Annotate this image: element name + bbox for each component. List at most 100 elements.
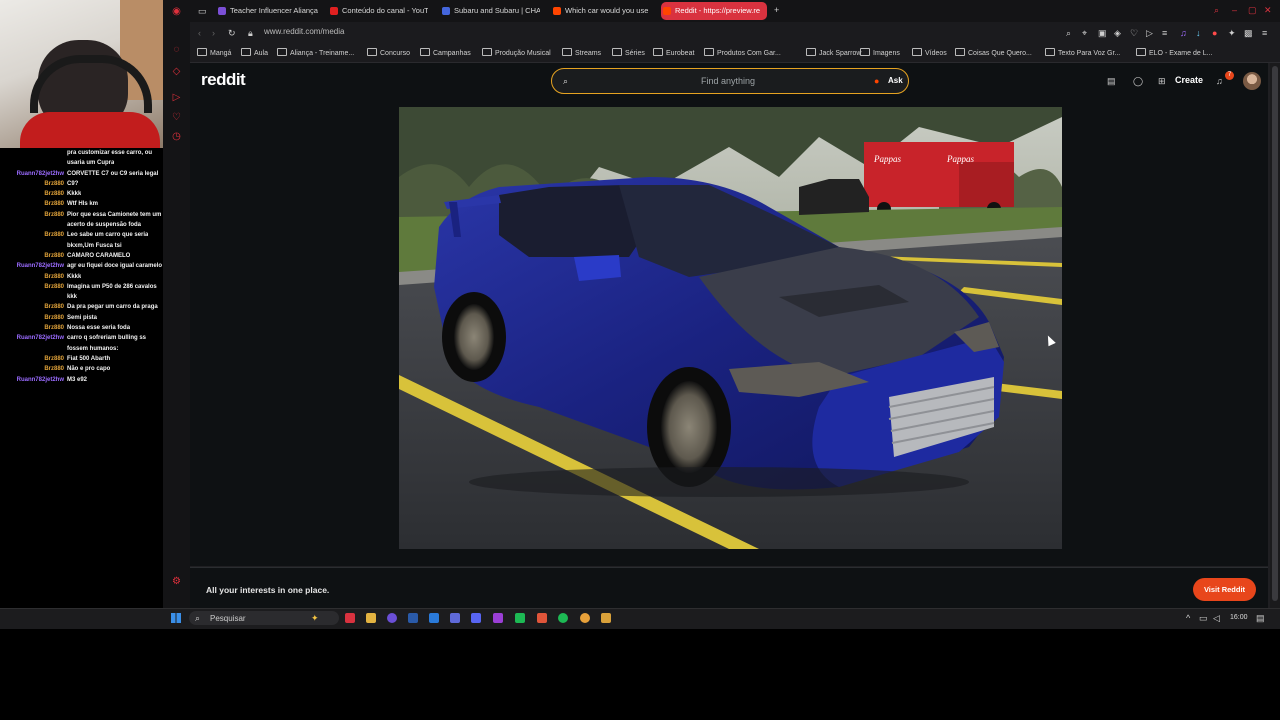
opera-gx-taskbar-icon[interactable] xyxy=(345,613,355,623)
tab-manager-icon[interactable]: ▭ xyxy=(198,6,207,16)
bookmark-item[interactable]: Produção Musical xyxy=(482,48,551,57)
chat-text: M3 e92 xyxy=(67,376,88,383)
premiere-icon[interactable] xyxy=(493,613,503,623)
tab[interactable]: Teacher Influencer Aliança xyxy=(216,2,324,20)
visit-reddit-button[interactable]: Visit Reddit xyxy=(1193,578,1256,601)
bookmark-item[interactable]: Jack Sparrow xyxy=(806,48,861,57)
bookmark-item[interactable]: Imagens xyxy=(860,48,900,57)
maximize-icon[interactable]: ▢ xyxy=(1248,5,1257,15)
minimize-icon[interactable]: – xyxy=(1232,5,1237,15)
chat-text: Kkkk xyxy=(67,273,82,280)
chat-icon[interactable]: ◯ xyxy=(1133,76,1143,86)
menu-icon[interactable]: ≡ xyxy=(1162,28,1167,38)
screenshot-icon[interactable]: ▣ xyxy=(1098,28,1107,38)
chrome-icon[interactable] xyxy=(580,613,590,623)
music-icon[interactable]: ♫ xyxy=(1180,28,1187,38)
chat-message: kkk xyxy=(0,292,163,302)
chat-username xyxy=(0,148,67,158)
create-button[interactable]: Create xyxy=(1175,75,1203,85)
extensions-icon[interactable]: ✦ xyxy=(1228,28,1236,38)
vscode-icon[interactable] xyxy=(429,613,439,623)
app3-icon[interactable] xyxy=(601,613,611,623)
bookmark-item[interactable]: ELO - Exame de L... xyxy=(1136,48,1212,57)
bookmark-item[interactable]: Concurso xyxy=(367,48,410,57)
obs-icon[interactable] xyxy=(387,613,397,623)
url-field[interactable]: www.reddit.com/media xyxy=(264,27,344,36)
bookmark-item[interactable]: Aliança - Treiname... xyxy=(277,48,354,57)
copilot-icon[interactable]: ✦ xyxy=(311,613,319,623)
chat-message: Ruann782jet2hw carro q sofreriam bulling … xyxy=(0,333,163,343)
bookmark-item[interactable]: Vídeos xyxy=(912,48,947,57)
browser-menu-icon[interactable]: ≡ xyxy=(1262,28,1267,38)
spotify-icon[interactable] xyxy=(558,613,568,623)
bookmark-label: Streams xyxy=(575,50,602,57)
chat-message: Brz880 Fiat 500 Abarth xyxy=(0,354,163,364)
bookmark-item[interactable]: Coisas Que Quero... xyxy=(955,48,1032,57)
streamlabs-icon[interactable] xyxy=(515,613,525,623)
app-icon[interactable] xyxy=(450,613,460,623)
twitch-icon[interactable]: ▷ xyxy=(171,92,182,103)
network-icon[interactable]: ▭ xyxy=(1199,613,1208,623)
chat-text: Kkkk xyxy=(67,191,82,198)
gx-corner-icon[interactable]: ◇ xyxy=(171,66,182,77)
bookmark-item[interactable]: Séries xyxy=(612,48,645,57)
advertise-icon[interactable]: ▤ xyxy=(1107,76,1116,86)
zoom-icon[interactable]: ⌕ xyxy=(1066,28,1071,38)
bookmark-item[interactable]: Campanhas xyxy=(420,48,471,57)
reload-icon[interactable]: ↻ xyxy=(228,28,236,38)
app2-icon[interactable] xyxy=(537,613,547,623)
chat-text: Nossa esse seria foda xyxy=(67,325,131,332)
download-icon[interactable]: ↓ xyxy=(1196,28,1201,38)
chat-message: Brz880 Semi pista xyxy=(0,313,163,323)
tab-active[interactable]: Reddit - https://preview.re xyxy=(661,2,767,20)
aria-icon[interactable]: ◌ xyxy=(171,44,182,55)
chat-text: pra customizar esse carro, ou xyxy=(67,150,153,156)
tab[interactable]: Conteúdo do canal - YouT xyxy=(328,2,428,20)
bookmark-item[interactable]: Eurobeat xyxy=(653,48,694,57)
windows-start-icon[interactable] xyxy=(171,613,181,623)
chat-message: Brz880 Da pra pegar um carro da praga xyxy=(0,302,163,312)
shield-icon[interactable]: ◈ xyxy=(1114,28,1121,38)
steam-icon[interactable] xyxy=(408,613,418,623)
new-tab-button[interactable]: + xyxy=(774,5,779,15)
bookmark-item[interactable]: Texto Para Voz Gr... xyxy=(1045,48,1120,57)
notification-bell-icon[interactable]: ♫ xyxy=(1216,76,1223,86)
scrollbar-thumb[interactable] xyxy=(1272,66,1278,601)
pin-icon[interactable]: ⌖ xyxy=(1082,28,1087,38)
ask-button[interactable]: Ask xyxy=(888,76,903,85)
opera-logo-icon[interactable]: ◉ xyxy=(171,6,182,17)
history-icon[interactable]: ◷ xyxy=(171,131,182,142)
notification-center-icon[interactable]: ▤ xyxy=(1256,613,1265,623)
close-window-icon[interactable]: ✕ xyxy=(1264,5,1272,15)
bookmark-item[interactable]: Mangá xyxy=(197,48,231,57)
avatar[interactable] xyxy=(1243,72,1261,90)
tab[interactable]: Subaru and Subaru | CHA xyxy=(440,2,540,20)
bookmark-heart-icon[interactable]: ♡ xyxy=(1130,28,1138,38)
chat-text: Fiat 500 Abarth xyxy=(67,355,111,362)
heart-icon[interactable]: ♡ xyxy=(171,112,182,123)
vpn-icon[interactable]: ● xyxy=(1212,28,1217,38)
forward-icon[interactable]: › xyxy=(212,28,215,38)
tray-chevron-icon[interactable]: ^ xyxy=(1186,613,1190,623)
folder-icon xyxy=(806,48,816,56)
profile-icon[interactable]: ▩ xyxy=(1244,28,1253,38)
bookmark-item[interactable]: Produtos Com Gar... xyxy=(704,48,781,57)
back-icon[interactable]: ‹ xyxy=(198,28,201,38)
taskbar-clock[interactable]: 16:00 xyxy=(1230,614,1248,621)
tab-favicon xyxy=(442,7,450,15)
chat-text: carro q sofreriam bulling ss xyxy=(67,335,147,342)
play-icon[interactable]: ▷ xyxy=(1146,28,1153,38)
chat-text: kkk xyxy=(67,294,78,301)
chat-username xyxy=(0,292,67,302)
search-tabs-icon[interactable]: ⌕ xyxy=(1214,5,1219,15)
create-plus-icon[interactable]: ⊞ xyxy=(1158,76,1166,86)
chat-text: Não e pro capo xyxy=(67,366,111,373)
bookmark-item[interactable]: Streams xyxy=(562,48,601,57)
bookmark-item[interactable]: Aula xyxy=(241,48,268,57)
reddit-logo[interactable]: reddit xyxy=(201,70,246,90)
sidebar-settings-icon[interactable]: ⚙ xyxy=(171,576,182,587)
discord-icon[interactable] xyxy=(471,613,481,623)
volume-icon[interactable]: ◁ xyxy=(1213,613,1220,623)
tab[interactable]: Which car would you use xyxy=(551,2,651,20)
file-explorer-icon[interactable] xyxy=(366,613,376,623)
